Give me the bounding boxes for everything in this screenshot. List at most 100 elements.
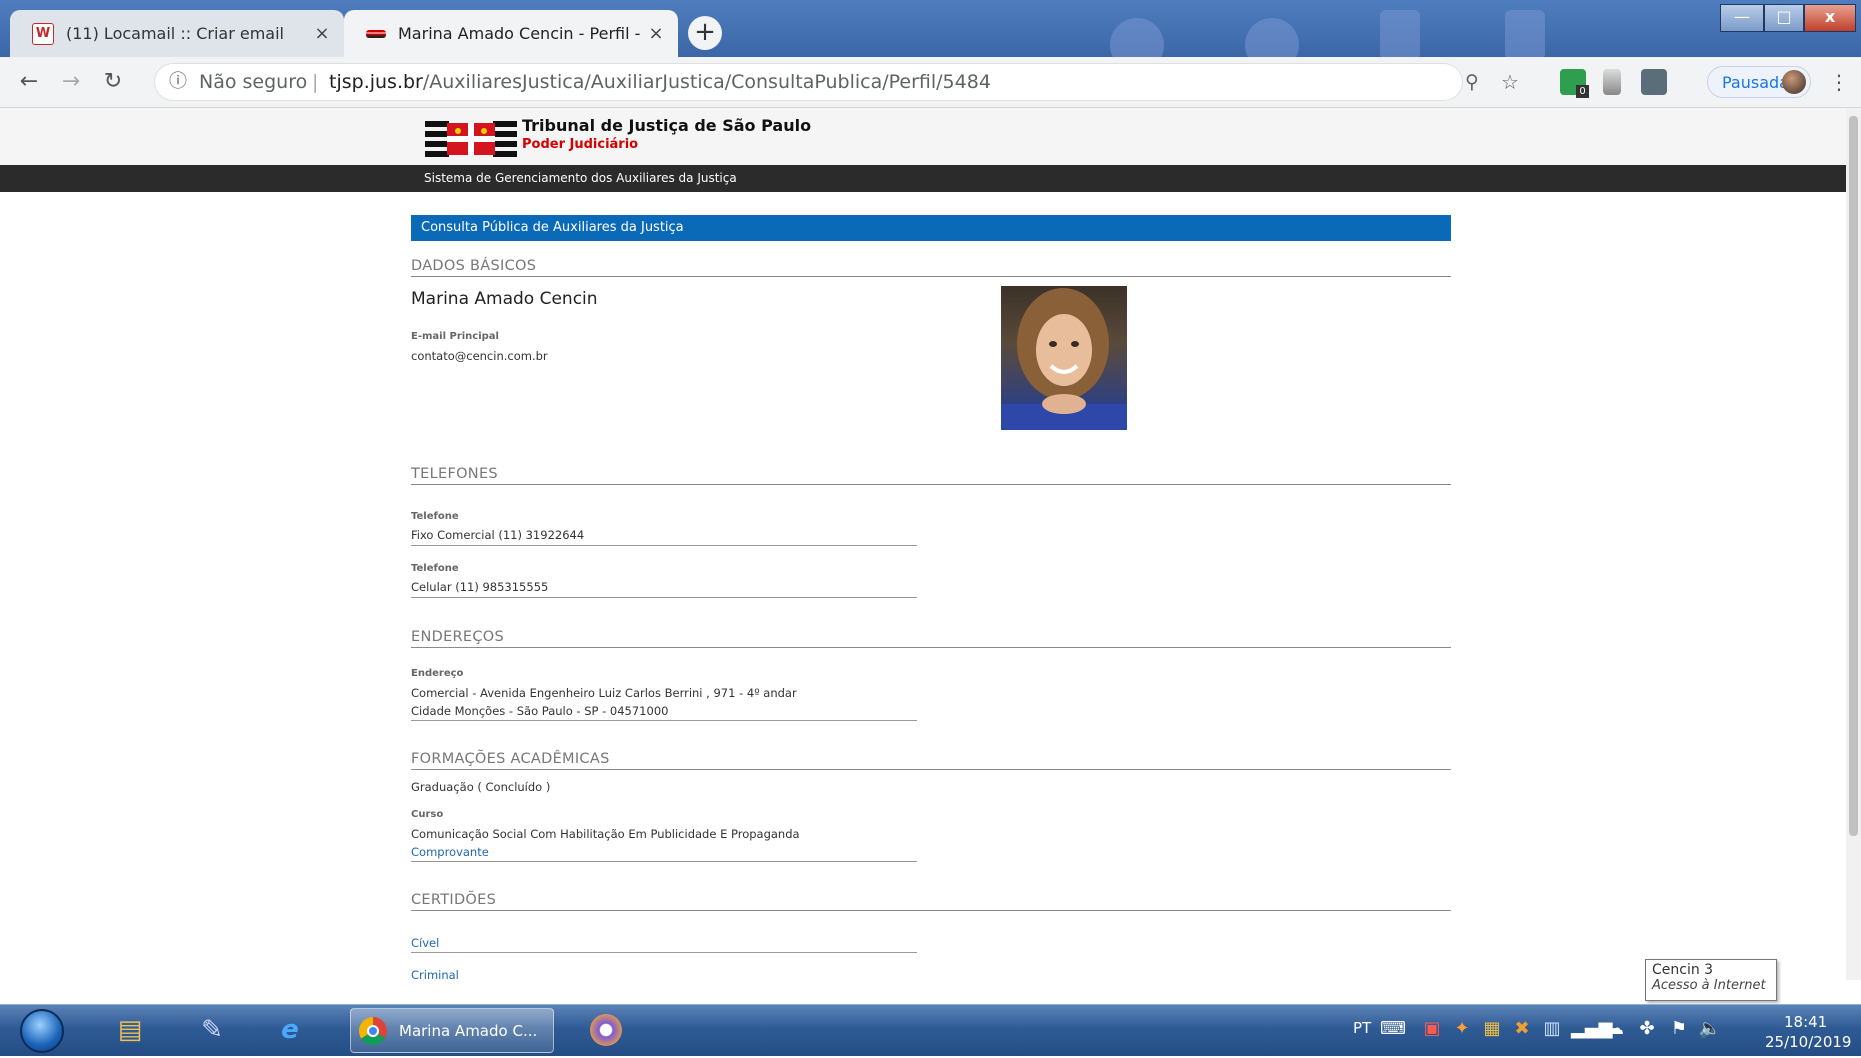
security-label[interactable]: Não seguro bbox=[199, 64, 307, 100]
info-icon[interactable]: ⓘ bbox=[169, 64, 187, 100]
site-header bbox=[0, 108, 1846, 165]
reload-icon[interactable]: ↻ bbox=[96, 65, 130, 99]
bookmark-star-icon[interactable]: ☆ bbox=[1501, 64, 1519, 100]
start-button[interactable] bbox=[20, 1009, 64, 1053]
cloud-icon[interactable]: ☁ bbox=[1603, 1017, 1627, 1041]
section-title: DADOS BÁSICOS bbox=[411, 258, 537, 274]
address-separator: | bbox=[312, 71, 319, 93]
clock-date[interactable]: 25/10/2019 bbox=[1765, 1033, 1851, 1051]
section-title: CERTIDÕES bbox=[411, 892, 497, 908]
back-arrow-icon[interactable]: ← bbox=[12, 65, 46, 99]
internet-explorer-icon[interactable]: e bbox=[268, 1010, 312, 1050]
system-bar: Sistema de Gerenciamento dos Auxiliares … bbox=[0, 165, 1846, 192]
avatar bbox=[1782, 70, 1806, 94]
section-education: FORMAÇÕES ACADÊMICAS bbox=[411, 744, 1451, 770]
browser-tab-strip: W (11) Locamail :: Criar email × Marina … bbox=[0, 0, 1861, 57]
email-label: E-mail Principal bbox=[411, 331, 499, 342]
signal-strength-icon[interactable]: ▂▄▆ bbox=[1571, 1017, 1613, 1041]
extension-badge: 0 bbox=[1576, 85, 1589, 98]
tray-app-icon[interactable]: ✦ bbox=[1450, 1017, 1474, 1041]
tab-locamail[interactable]: W (11) Locamail :: Criar email × bbox=[10, 10, 344, 57]
section-addresses: ENDEREÇOS bbox=[411, 622, 1451, 648]
tray-tool-icon[interactable]: ✖ bbox=[1510, 1017, 1534, 1041]
field-divider bbox=[411, 545, 917, 546]
panel-title-bar: Consulta Pública de Auxiliares da Justiç… bbox=[411, 215, 1451, 241]
language-indicator[interactable]: PT bbox=[1353, 1019, 1371, 1037]
address-label: Endereço bbox=[411, 668, 464, 679]
window-minimize-button[interactable]: — bbox=[1720, 4, 1764, 32]
address-line2: Cidade Monções - São Paulo - SP - 045710… bbox=[411, 704, 669, 718]
browser-toolbar: ← → ↻ ⓘ Não seguro | tjsp.jus.br/Auxilia… bbox=[0, 57, 1861, 108]
taskbar-chrome-window[interactable]: Marina Amado C... bbox=[350, 1008, 554, 1053]
volume-icon[interactable]: 🔈 bbox=[1698, 1017, 1722, 1041]
phone-value: Celular (11) 985315555 bbox=[411, 580, 549, 594]
task-title: Marina Amado C... bbox=[399, 1022, 538, 1040]
tjsp-logo-icon bbox=[425, 121, 517, 157]
chrome-icon bbox=[359, 1017, 387, 1045]
action-center-flag-icon[interactable]: ⚑ bbox=[1667, 1017, 1691, 1041]
section-title: TELEFONES bbox=[411, 466, 498, 482]
address-host: tjsp.jus.br bbox=[329, 71, 423, 93]
app-pin-icon[interactable]: ✎ bbox=[190, 1010, 234, 1050]
course-label: Curso bbox=[411, 809, 444, 820]
org-name: Tribunal de Justiça de São Paulo bbox=[522, 116, 812, 135]
degree-value: Graduação ( Concluído ) bbox=[411, 780, 551, 794]
section-phones: TELEFONES bbox=[411, 459, 1451, 485]
section-certificates: CERTIDÕES bbox=[411, 885, 1451, 911]
address-bar[interactable]: ⓘ Não seguro | tjsp.jus.br/AuxiliaresJus… bbox=[155, 64, 1519, 100]
address-path: /AuxiliaresJustica/AuxiliarJustica/Consu… bbox=[422, 71, 991, 93]
extension-link-icon[interactable] bbox=[1641, 69, 1667, 95]
profile-label: Pausada bbox=[1722, 73, 1789, 92]
tab-close-icon[interactable]: × bbox=[308, 23, 336, 44]
phone-value: Fixo Comercial (11) 31922644 bbox=[411, 528, 585, 542]
zoom-icon[interactable]: ⚲ bbox=[1465, 64, 1479, 100]
panel-title: Consulta Pública de Auxiliares da Justiç… bbox=[421, 220, 684, 235]
new-tab-button[interactable]: + bbox=[688, 16, 722, 50]
proof-link[interactable]: Comprovante bbox=[411, 845, 489, 859]
profile-button[interactable]: Pausada bbox=[1707, 66, 1811, 98]
tjsp-favicon-icon bbox=[366, 29, 386, 38]
profile-photo bbox=[1001, 286, 1127, 430]
address-url[interactable]: tjsp.jus.br/AuxiliaresJustica/AuxiliarJu… bbox=[329, 64, 991, 100]
pje-tray-icon[interactable]: ▥ bbox=[1540, 1017, 1564, 1041]
address-line1: Comercial - Avenida Engenheiro Luiz Carl… bbox=[411, 686, 797, 700]
section-title: FORMAÇÕES ACADÊMICAS bbox=[411, 751, 610, 767]
certificate-link-civel[interactable]: Cível bbox=[411, 936, 439, 950]
tooltip-subtitle: Acesso à Internet bbox=[1652, 978, 1766, 993]
tab-close-icon[interactable]: × bbox=[642, 23, 670, 44]
window-maximize-button[interactable]: □ bbox=[1764, 4, 1804, 32]
course-value: Comunicação Social Com Habilitação Em Pu… bbox=[411, 827, 800, 841]
org-subtitle: Poder Judiciário bbox=[522, 137, 639, 152]
app-circle-icon[interactable] bbox=[584, 1010, 628, 1050]
field-divider bbox=[411, 597, 917, 598]
windows-taskbar: ▤ ✎ e Marina Amado C... PT ⌨ ▣ ✦ ▦ ✖ ▥ ▂… bbox=[0, 1004, 1861, 1056]
file-explorer-icon[interactable]: ▤ bbox=[108, 1010, 152, 1050]
dropbox-icon[interactable]: ✤ bbox=[1635, 1017, 1659, 1041]
clock-time[interactable]: 18:41 bbox=[1784, 1013, 1827, 1031]
section-title: ENDEREÇOS bbox=[411, 629, 505, 645]
forward-arrow-icon[interactable]: → bbox=[54, 65, 88, 99]
extension-shield-icon[interactable]: 0 bbox=[1560, 69, 1589, 98]
tooltip-title: Cencin 3 bbox=[1652, 962, 1714, 978]
menu-kebab-icon[interactable]: ⋮ bbox=[1824, 65, 1854, 99]
tray-folder-icon[interactable]: ▦ bbox=[1480, 1017, 1504, 1041]
network-tooltip: Cencin 3 Acesso à Internet bbox=[1645, 959, 1777, 1001]
tab-perfil[interactable]: Marina Amado Cencin - Perfil - A × bbox=[344, 10, 678, 57]
keyboard-icon[interactable]: ⌨ bbox=[1380, 1017, 1406, 1041]
scrollbar-thumb[interactable] bbox=[1849, 116, 1858, 836]
person-name: Marina Amado Cencin bbox=[411, 289, 598, 309]
email-value: contato@cencin.com.br bbox=[411, 349, 548, 363]
pdf-tray-icon[interactable]: ▣ bbox=[1420, 1017, 1444, 1041]
certificate-link-criminal[interactable]: Criminal bbox=[411, 968, 459, 982]
vertical-scrollbar[interactable] bbox=[1846, 108, 1861, 980]
window-close-button[interactable]: x bbox=[1804, 4, 1856, 32]
phone-label: Telefone bbox=[411, 563, 459, 574]
section-basic-data: DADOS BÁSICOS bbox=[411, 251, 1451, 277]
system-title: Sistema de Gerenciamento dos Auxiliares … bbox=[424, 171, 737, 185]
field-divider bbox=[411, 861, 917, 862]
field-divider bbox=[411, 952, 917, 953]
phone-label: Telefone bbox=[411, 511, 459, 522]
tab-title: (11) Locamail :: Criar email bbox=[66, 24, 284, 43]
field-divider bbox=[411, 720, 917, 721]
extension-document-icon[interactable] bbox=[1603, 69, 1621, 95]
